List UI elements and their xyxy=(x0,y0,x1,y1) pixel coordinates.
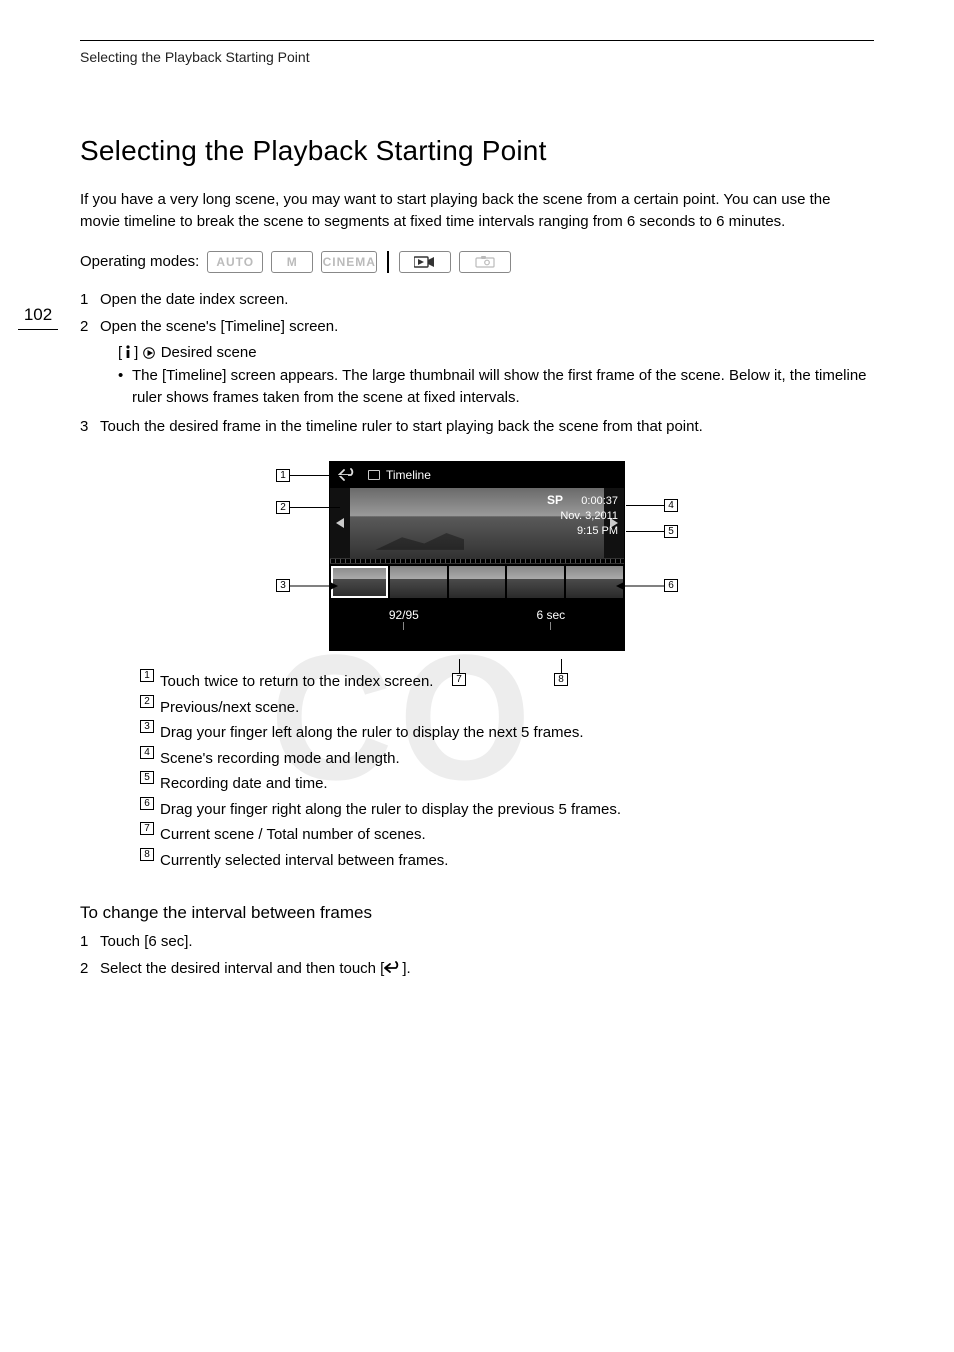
scene-counter: 92/95 xyxy=(389,608,419,622)
page-title: Selecting the Playback Starting Point xyxy=(80,135,874,167)
legend-6-text: Drag your finger right along the ruler t… xyxy=(160,797,621,823)
frame-thumb xyxy=(331,566,388,598)
step2-2-post: ]. xyxy=(402,960,410,977)
callout-1: 1 xyxy=(276,469,348,482)
recording-mode: SP xyxy=(547,493,563,507)
step-2: Open the scene's [Timeline] screen. [] D… xyxy=(80,316,874,409)
legend-1: 1Touch twice to return to the index scre… xyxy=(140,669,874,695)
subheading: To change the interval between frames xyxy=(80,903,874,923)
step2-2: Select the desired interval and then tou… xyxy=(80,958,874,981)
sd-card-icon xyxy=(368,470,380,480)
running-head: Selecting the Playback Starting Point xyxy=(80,49,874,65)
timeline-diagram: Timeline SP 0:00:37 Nov. 3,2011 9:15 xyxy=(80,461,874,651)
return-icon xyxy=(384,961,402,975)
timeline-screen: Timeline SP 0:00:37 Nov. 3,2011 9:15 xyxy=(329,461,625,651)
desired-scene-text: Desired scene xyxy=(161,344,257,361)
mode-separator xyxy=(387,251,389,273)
step2-1-text: Touch [6 sec]. xyxy=(100,933,193,950)
step2-1: Touch [6 sec]. xyxy=(80,931,874,954)
operating-modes-label: Operating modes: xyxy=(80,253,199,270)
step-1-text: Open the date index screen. xyxy=(100,291,288,308)
bracket-close: ] xyxy=(134,344,142,361)
legend-8: 8Currently selected interval between fra… xyxy=(140,848,874,874)
screen-title-text: Timeline xyxy=(386,468,431,482)
mode-playback-photo-icon xyxy=(459,251,511,273)
interval-block: 6 sec xyxy=(536,608,565,632)
legend-3: 3Drag your finger left along the ruler t… xyxy=(140,720,874,746)
callout-6: 6 xyxy=(616,579,678,592)
screen-metadata: SP 0:00:37 Nov. 3,2011 9:15 PM xyxy=(547,492,618,539)
legend-list: 1Touch twice to return to the index scre… xyxy=(140,669,874,873)
main-steps-list: Open the date index screen. Open the sce… xyxy=(80,289,874,438)
legend-3-text: Drag your finger left along the ruler to… xyxy=(160,720,584,746)
frames-ruler xyxy=(330,564,624,600)
callout-2: 2 xyxy=(276,501,340,514)
frame-thumb xyxy=(507,566,564,598)
step-2-bullet: The [Timeline] screen appears. The large… xyxy=(118,365,874,410)
legend-4: 4Scene's recording mode and length. xyxy=(140,746,874,772)
callout-4: 4 xyxy=(626,499,678,512)
callout-3: 3 xyxy=(276,579,338,592)
callout-5: 5 xyxy=(626,525,678,538)
recording-date: Nov. 3,2011 xyxy=(547,509,618,524)
frame-thumb xyxy=(449,566,506,598)
recording-time: 9:15 PM xyxy=(547,524,618,539)
screen-title: Timeline xyxy=(368,468,431,482)
interval-value: 6 sec xyxy=(536,608,565,622)
legend-5: 5Recording date and time. xyxy=(140,771,874,797)
legend-6: 6Drag your finger right along the ruler … xyxy=(140,797,874,823)
frame-thumb xyxy=(566,566,623,598)
legend-1-text: Touch twice to return to the index scree… xyxy=(160,669,433,695)
intro-paragraph: If you have a very long scene, you may w… xyxy=(80,189,874,233)
page-number: 102 xyxy=(18,305,58,330)
step-2-text: Open the scene's [Timeline] screen. xyxy=(100,318,338,335)
step-2-subline: [] Desired scene xyxy=(118,342,874,365)
callout-7: 7 xyxy=(452,659,466,686)
legend-8-text: Currently selected interval between fram… xyxy=(160,848,448,874)
step-1: Open the date index screen. xyxy=(80,289,874,311)
mode-playback-movie-icon xyxy=(399,251,451,273)
top-rule xyxy=(80,40,874,41)
frame-thumb xyxy=(390,566,447,598)
scene-duration: 0:00:37 xyxy=(581,495,618,507)
legend-7: 7Current scene / Total number of scenes. xyxy=(140,822,874,848)
prev-scene-button xyxy=(330,488,350,558)
operating-modes-row: Operating modes: AUTO M CINEMA xyxy=(80,251,874,273)
legend-4-text: Scene's recording mode and length. xyxy=(160,746,400,772)
legend-5-text: Recording date and time. xyxy=(160,771,328,797)
legend-7-text: Current scene / Total number of scenes. xyxy=(160,822,426,848)
scene-counter-block: 92/95 xyxy=(389,608,419,632)
info-icon xyxy=(122,345,134,359)
mode-auto: AUTO xyxy=(207,251,263,273)
step2-2-pre: Select the desired interval and then tou… xyxy=(100,960,384,977)
play-right-icon xyxy=(143,347,157,359)
mode-m: M xyxy=(271,251,313,273)
legend-2-text: Previous/next scene. xyxy=(160,695,299,721)
step-3: Touch the desired frame in the timeline … xyxy=(80,416,874,438)
page-container: Selecting the Playback Starting Point 10… xyxy=(0,0,954,1024)
legend-2: 2Previous/next scene. xyxy=(140,695,874,721)
mode-cinema: CINEMA xyxy=(321,251,377,273)
step-3-text: Touch the desired frame in the timeline … xyxy=(100,418,703,435)
secondary-steps-list: Touch [6 sec]. Select the desired interv… xyxy=(80,931,874,980)
callout-8: 8 xyxy=(554,659,568,686)
